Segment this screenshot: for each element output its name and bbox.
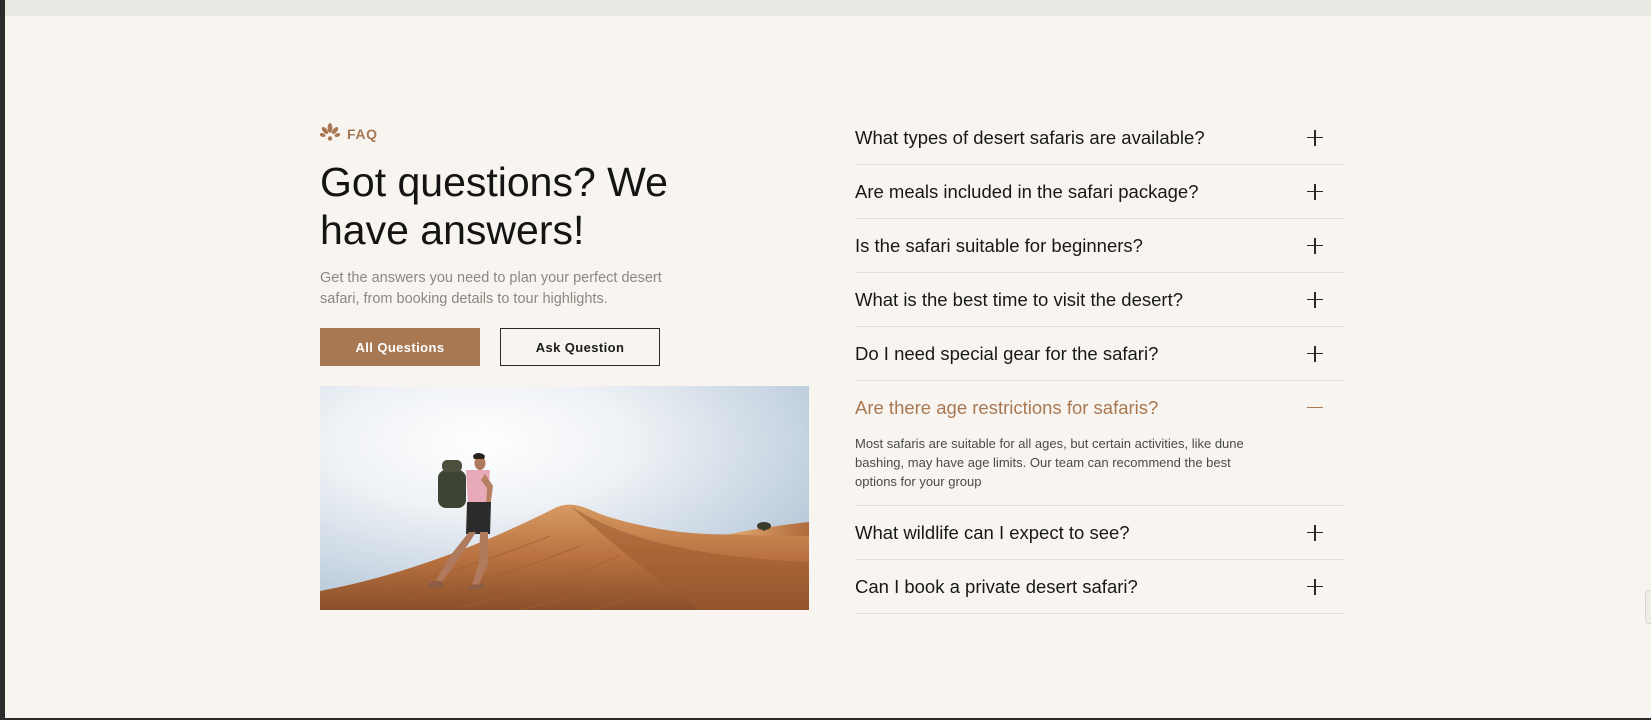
hero-image: [320, 386, 809, 610]
page-title: Got questions? We have answers!: [320, 159, 668, 253]
faq-item: Can I book a private desert safari?: [855, 560, 1345, 614]
minus-icon[interactable]: [1305, 398, 1325, 418]
top-strip: [5, 0, 1651, 16]
all-questions-button[interactable]: All Questions: [320, 328, 480, 366]
eyebrow-label: FAQ: [347, 126, 378, 142]
faq-question-toggle[interactable]: What is the best time to visit the deser…: [855, 273, 1345, 326]
plus-icon[interactable]: [1305, 344, 1325, 364]
faq-intro: FAQ Got questions? We have answers! Get …: [319, 122, 815, 610]
faq-question-toggle[interactable]: Do I need special gear for the safari?: [855, 327, 1345, 380]
faq-item: Is the safari suitable for beginners?: [855, 219, 1345, 273]
ask-question-button[interactable]: Ask Question: [500, 328, 660, 366]
faq-item: What wildlife can I expect to see?: [855, 506, 1345, 560]
faq-item: Do I need special gear for the safari?: [855, 327, 1345, 381]
plus-icon[interactable]: [1305, 577, 1325, 597]
plus-icon[interactable]: [1305, 236, 1325, 256]
plus-icon[interactable]: [1305, 128, 1325, 148]
plus-icon[interactable]: [1305, 523, 1325, 543]
page-background: [5, 0, 1651, 718]
faq-question: Do I need special gear for the safari?: [855, 342, 1159, 364]
faq-item: What is the best time to visit the deser…: [855, 273, 1345, 327]
faq-question: What wildlife can I expect to see?: [855, 521, 1130, 543]
faq-question-toggle[interactable]: Are meals included in the safari package…: [855, 165, 1345, 218]
faq-item: What types of desert safaris are availab…: [855, 111, 1345, 165]
faq-question-toggle[interactable]: What types of desert safaris are availab…: [855, 111, 1345, 164]
faq-item: Are meals included in the safari package…: [855, 165, 1345, 219]
button-row: All Questions Ask Question: [320, 328, 815, 366]
plus-icon[interactable]: [1305, 290, 1325, 310]
side-tab[interactable]: [1645, 590, 1651, 624]
faq-question-toggle[interactable]: Is the safari suitable for beginners?: [855, 219, 1345, 272]
faq-question-toggle[interactable]: What wildlife can I expect to see?: [855, 506, 1345, 559]
faq-question: Are there age restrictions for safaris?: [855, 396, 1159, 418]
faq-accordion: What types of desert safaris are availab…: [855, 111, 1345, 614]
faq-question: What is the best time to visit the deser…: [855, 288, 1184, 310]
faq-question-toggle[interactable]: Are there age restrictions for safaris?: [855, 381, 1345, 434]
intro-description: Get the answers you need to plan your pe…: [320, 270, 662, 307]
faq-item: Are there age restrictions for safaris? M…: [855, 381, 1345, 506]
eyebrow: FAQ: [319, 122, 815, 146]
faq-question-toggle[interactable]: Can I book a private desert safari?: [855, 560, 1345, 613]
faq-question: Can I book a private desert safari?: [855, 575, 1138, 597]
faq-question: What types of desert safaris are availab…: [855, 126, 1205, 148]
faq-question: Are meals included in the safari package…: [855, 180, 1199, 202]
plus-icon[interactable]: [1305, 182, 1325, 202]
faq-question: Is the safari suitable for beginners?: [855, 234, 1143, 256]
lotus-icon: [319, 122, 341, 146]
faq-answer: Most safaris are suitable for all ages, …: [855, 436, 1244, 489]
